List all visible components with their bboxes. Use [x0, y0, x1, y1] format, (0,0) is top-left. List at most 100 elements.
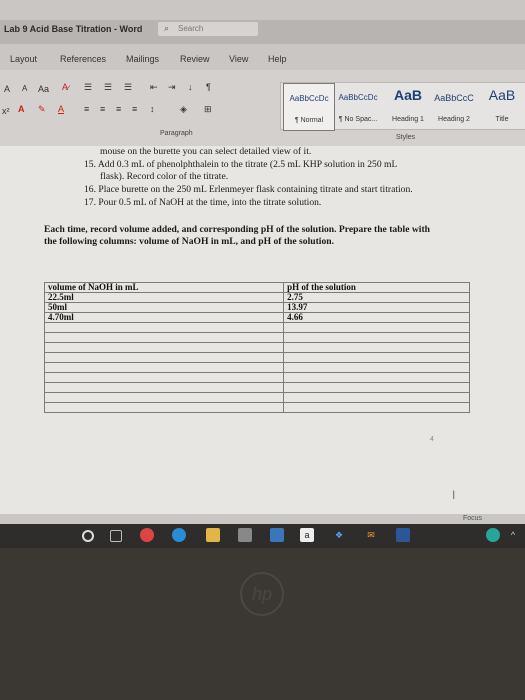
- edge-icon[interactable]: [172, 528, 186, 542]
- style-no-spacing[interactable]: AaBbCcDc ¶ No Spac...: [335, 83, 381, 129]
- ribbon-tabs: Layout References Mailings Review View H…: [0, 50, 525, 70]
- word-icon[interactable]: [396, 528, 410, 542]
- align-center-icon[interactable]: ≡: [100, 104, 105, 114]
- store-icon[interactable]: [238, 528, 252, 542]
- table-cell[interactable]: 50ml: [43, 302, 285, 313]
- screen: Lab 9 Acid Base Titration - Word ⌕ Searc…: [0, 0, 525, 548]
- table-cell[interactable]: [43, 402, 285, 413]
- table-row: 4.70ml 4.66: [43, 312, 470, 323]
- shrink-font-button[interactable]: A: [22, 84, 27, 93]
- table-cell[interactable]: [43, 322, 285, 333]
- table-row: [43, 352, 470, 363]
- chrome-icon[interactable]: [140, 528, 154, 542]
- search-box[interactable]: ⌕ Search: [158, 22, 258, 36]
- hp-logo: hp: [240, 572, 284, 616]
- change-case-button[interactable]: Aa: [38, 84, 49, 94]
- page-number: 4: [430, 436, 434, 443]
- table-header-cell[interactable]: volume of NaOH in mL: [43, 282, 285, 293]
- style-normal[interactable]: AaBbCcDc ¶ Normal: [283, 83, 335, 131]
- table-cell[interactable]: [283, 352, 470, 363]
- align-left-icon[interactable]: ≡: [84, 104, 89, 114]
- notification-icon[interactable]: [486, 528, 500, 542]
- borders-icon[interactable]: ⊞: [204, 104, 212, 115]
- title-bar: Lab 9 Acid Base Titration - Word ⌕ Searc…: [0, 20, 525, 44]
- table-cell[interactable]: [43, 332, 285, 343]
- tab-references[interactable]: References: [60, 54, 106, 64]
- table-cell[interactable]: [283, 342, 470, 353]
- style-title[interactable]: AaB Title: [479, 83, 525, 129]
- mail-icon[interactable]: ✉: [364, 528, 378, 542]
- clear-formatting-icon[interactable]: A̷: [62, 82, 68, 92]
- step-15: 15. Add 0.3 mL of phenolphthalein to the…: [84, 159, 398, 170]
- table-row: [43, 332, 470, 343]
- align-right-icon[interactable]: ≡: [116, 104, 121, 114]
- chevron-up-icon[interactable]: ^: [506, 528, 520, 542]
- start-icon[interactable]: [82, 530, 94, 542]
- ribbon: A A Aa A̷ ☰ ☰ ☰ ⇤ ⇥ ↓ ¶ x² A ✎ A ≡ ≡ ≡ ≡…: [0, 70, 525, 152]
- window-title: Lab 9 Acid Base Titration - Word: [4, 24, 143, 34]
- table-cell[interactable]: [283, 332, 470, 343]
- table-cell[interactable]: [43, 352, 285, 363]
- table-cell[interactable]: [283, 392, 470, 403]
- table-cell[interactable]: [283, 402, 470, 413]
- font-color-icon[interactable]: A: [58, 104, 64, 114]
- tab-layout[interactable]: Layout: [10, 54, 37, 64]
- table-cell[interactable]: [43, 372, 285, 383]
- table-header-row: volume of NaOH in mL pH of the solution: [43, 282, 470, 293]
- photos-icon[interactable]: [270, 528, 284, 542]
- table-cell[interactable]: [283, 382, 470, 393]
- tab-view[interactable]: View: [229, 54, 248, 64]
- sort-icon[interactable]: ↓: [188, 82, 193, 92]
- numbering-icon[interactable]: ☰: [104, 82, 112, 93]
- bullets-icon[interactable]: ☰: [84, 82, 92, 93]
- shading-icon[interactable]: ◈: [180, 104, 187, 115]
- table-cell[interactable]: 4.70ml: [43, 312, 285, 323]
- style-sample: AaBbCcDc: [289, 94, 329, 103]
- dropbox-icon[interactable]: ❖: [332, 528, 346, 542]
- decrease-indent-icon[interactable]: ⇤: [150, 82, 158, 93]
- style-name: Heading 1: [392, 116, 424, 123]
- table-cell[interactable]: [43, 382, 285, 393]
- table-cell[interactable]: 2.75: [283, 292, 470, 303]
- tab-mailings[interactable]: Mailings: [126, 54, 159, 64]
- taskbar: a ❖ ✉ ^: [0, 524, 525, 548]
- text-effects-icon[interactable]: A: [18, 104, 25, 114]
- line-spacing-icon[interactable]: ↕: [150, 104, 155, 114]
- table-cell[interactable]: 22.5ml: [43, 292, 285, 303]
- table-cell[interactable]: [283, 322, 470, 333]
- data-table: volume of NaOH in mL pH of the solution 22…: [43, 282, 470, 413]
- document-page[interactable]: mouse on the burette you can select deta…: [0, 146, 525, 522]
- table-cell[interactable]: [43, 392, 285, 403]
- style-sample: AaB: [488, 87, 516, 103]
- amazon-icon[interactable]: a: [300, 528, 314, 542]
- step-15-cont: flask). Record color of the titrate.: [100, 171, 229, 182]
- files-icon[interactable]: [206, 528, 220, 542]
- table-cell[interactable]: [43, 342, 285, 353]
- table-row: [43, 362, 470, 373]
- style-heading-1[interactable]: AaB Heading 1: [385, 83, 431, 129]
- tab-help[interactable]: Help: [268, 54, 287, 64]
- grow-font-button[interactable]: A: [4, 84, 10, 94]
- style-heading-2[interactable]: AaBbCcC Heading 2: [431, 83, 477, 129]
- table-cell[interactable]: [283, 362, 470, 373]
- table-cell[interactable]: 13.97: [283, 302, 470, 313]
- tab-review[interactable]: Review: [180, 54, 210, 64]
- table-row: [43, 322, 470, 333]
- styles-group-label: Styles: [396, 134, 416, 141]
- instruction-line-1: Each time, record volume added, and corr…: [44, 224, 430, 235]
- styles-gallery: AaBbCcDc ¶ Normal AaBbCcDc ¶ No Spac... …: [280, 82, 525, 131]
- table-cell[interactable]: [43, 362, 285, 373]
- multilevel-list-icon[interactable]: ☰: [124, 82, 132, 93]
- highlight-icon[interactable]: ✎: [38, 104, 46, 115]
- justify-icon[interactable]: ≡: [132, 104, 137, 114]
- table-header-cell[interactable]: pH of the solution: [283, 282, 470, 293]
- increase-indent-icon[interactable]: ⇥: [168, 82, 176, 93]
- focus-mode-button[interactable]: Focus: [463, 515, 482, 522]
- task-view-icon[interactable]: [110, 530, 122, 542]
- pilcrow-icon[interactable]: ¶: [206, 82, 211, 92]
- table-cell[interactable]: [283, 372, 470, 383]
- subscript-icon[interactable]: x²: [2, 106, 10, 116]
- instruction-line-2: the following columns: volume of NaOH in…: [44, 236, 334, 247]
- search-icon: ⌕: [164, 23, 170, 33]
- table-cell[interactable]: 4.66: [283, 312, 470, 323]
